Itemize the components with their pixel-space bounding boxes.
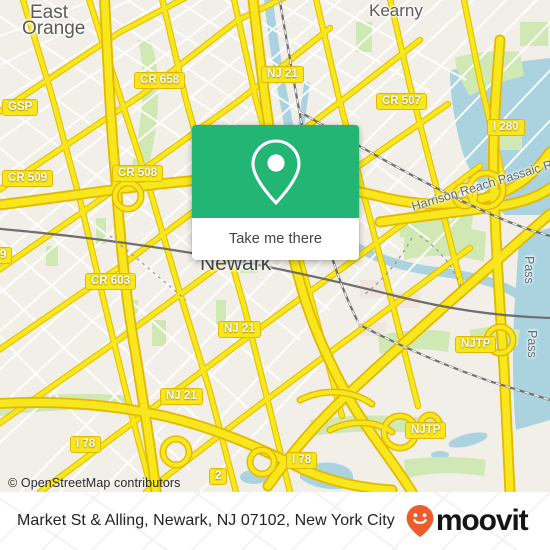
popup-card-action[interactable]: Take me there xyxy=(192,218,359,260)
road-shield-gsp[interactable]: GSP xyxy=(2,99,39,116)
moovit-map-screenshot: East Orange Kearny Newark Harrison Reach… xyxy=(0,0,550,550)
take-me-there-label: Take me there xyxy=(228,231,323,247)
road-shield-i-78-b[interactable]: I 78 xyxy=(286,452,318,469)
road-shield-2[interactable]: 2 xyxy=(209,468,228,485)
river-label-passaic-right-2: Pass xyxy=(525,330,539,358)
address-text: Market St & Alling, Newark, NJ 07102, Ne… xyxy=(17,512,395,529)
road-shield-cr-507[interactable]: CR 507 xyxy=(376,93,427,110)
road-shield-nj-21-b[interactable]: NJ 21 xyxy=(218,321,261,338)
road-shield-cr-509[interactable]: CR 509 xyxy=(2,170,53,187)
river-label-passaic-right-1: Pass xyxy=(522,256,536,284)
moovit-wordmark: moovit xyxy=(435,504,529,537)
road-shield-nj-21-a[interactable]: NJ 21 xyxy=(261,66,304,83)
road-shield-i-78-a[interactable]: I 78 xyxy=(70,436,102,453)
road-shield-cr-603[interactable]: CR 603 xyxy=(85,273,136,290)
destination-popup-card[interactable]: Take me there xyxy=(192,125,359,260)
popup-card-header xyxy=(192,125,359,218)
road-shield-njtp-a[interactable]: NJTP xyxy=(455,336,497,353)
place-label-kearny: Kearny xyxy=(369,1,423,20)
footer-bar: Market St & Alling, Newark, NJ 07102, Ne… xyxy=(0,492,550,550)
road-shield-9[interactable]: 9 xyxy=(0,247,13,264)
road-shield-i-280[interactable]: I 280 xyxy=(487,119,525,136)
road-shield-cr-508[interactable]: CR 508 xyxy=(112,165,163,182)
osm-attribution[interactable]: © OpenStreetMap contributors xyxy=(8,476,181,490)
moovit-smile-pin-icon xyxy=(406,505,434,537)
road-shield-njtp-b[interactable]: NJTP xyxy=(405,422,447,439)
road-shield-cr-658[interactable]: CR 658 xyxy=(134,72,185,89)
moovit-brand-logo[interactable]: moovit xyxy=(405,504,529,538)
map-canvas[interactable]: East Orange Kearny Newark Harrison Reach… xyxy=(0,0,550,492)
map-pin-icon xyxy=(250,138,301,205)
road-shield-nj-21-c[interactable]: NJ 21 xyxy=(160,388,203,405)
place-label-east-orange-2: Orange xyxy=(22,18,86,39)
